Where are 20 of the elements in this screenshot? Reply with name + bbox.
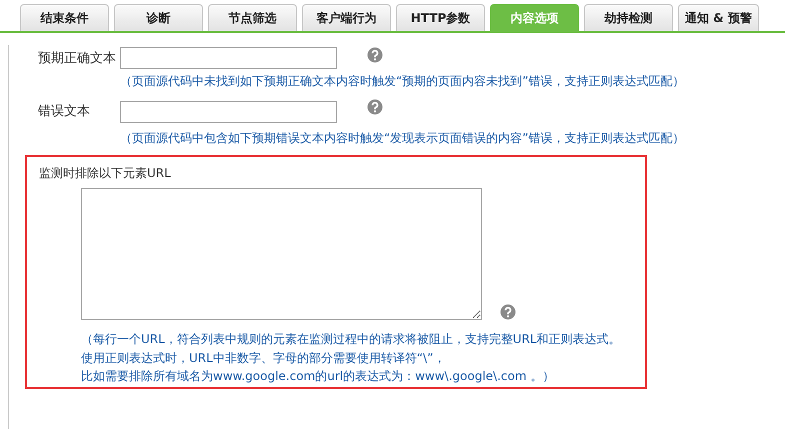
url-list-field[interactable] [81,188,482,320]
hint-text: 使用正则表达式时，URL中非数字、字母的部分需要使用转译符“\”， [81,350,446,366]
tab[interactable]: 劫持检测 [584,4,673,31]
input-field[interactable] [120,101,337,123]
help-icon[interactable] [367,47,383,63]
hint-text: （页面源代码中包含如下预期错误文本内容时触发“发现表示页面错误的内容”错误，支持正则表达式匹配） [119,130,686,147]
help-icon[interactable] [367,99,383,115]
tab[interactable]: HTTP参数 [396,4,485,31]
input-field[interactable] [120,47,337,69]
hint-text: （页面源代码中未找到如下预期正确文本内容时触发“预期的页面内容未找到”错误，支持正则表达式匹配） [119,73,686,90]
hint-text: 比如需要排除所有域名为www.google.com的url的表达式为：www\.google\.com 。） [81,368,556,385]
section-label: 监测时排除以下元素URL [39,166,171,180]
tab[interactable]: 结束条件 [20,4,109,31]
field-label: 预期正确文本 [38,50,117,68]
tab[interactable]: 客户端行为 [302,4,391,31]
tab[interactable]: 节点筛选 [208,4,297,31]
help-icon[interactable] [500,304,516,320]
tab[interactable]: 诊断 [114,4,203,31]
field-label: 错误文本 [38,103,91,121]
hint-text: （每行一个URL，符合列表中规则的元素在监测过程中的请求将被阻止，支持完整URL和正则表达式。 [81,331,622,348]
